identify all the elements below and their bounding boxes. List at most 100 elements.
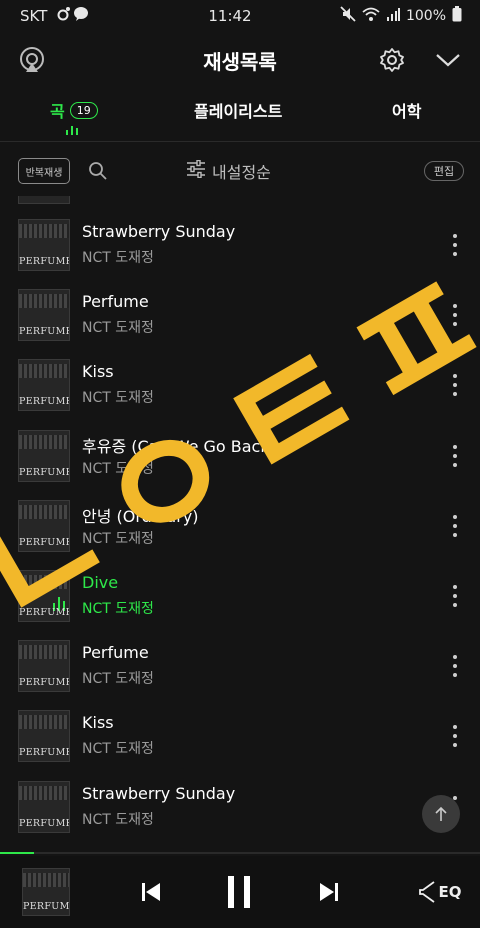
album-cover: PERFUME: [18, 710, 70, 763]
album-cover: PERFUME: [18, 429, 70, 482]
settings-gear-icon[interactable]: [376, 44, 408, 76]
mini-player: PERFUME EQ: [0, 856, 480, 928]
cover-text: PERFUME: [19, 396, 70, 408]
page-title: 재생목록: [203, 50, 277, 74]
song-row[interactable]: PERFUME Strawberry Sunday NCT 도재정: [0, 208, 480, 278]
status-time: 11:42: [208, 7, 252, 25]
cover-text: PERFUME: [19, 677, 70, 689]
song-row[interactable]: PERFUME Kiss NCT 도재정: [0, 699, 480, 769]
song-title: Dive: [82, 572, 119, 592]
chevron-down-icon[interactable]: [432, 44, 464, 76]
signal-icon: [386, 7, 400, 25]
more-options-icon[interactable]: [450, 725, 460, 748]
arrow-up-icon: [435, 806, 447, 821]
song-title: Perfume: [82, 292, 149, 312]
sort-sliders-icon: [186, 159, 206, 182]
song-row[interactable]: PERFUME Kiss NCT 도재정: [0, 348, 480, 418]
album-cover: [18, 196, 70, 204]
song-artist: NCT 도재정: [82, 811, 154, 828]
scroll-to-top-button[interactable]: [422, 795, 460, 833]
song-title: Strawberry Sunday: [82, 783, 236, 803]
song-row[interactable]: PERFUME Dive NCT 도재정: [0, 559, 480, 629]
cover-text: PERFUME: [19, 817, 70, 829]
tab-bar: 곡 19 플레이리스트 어학: [0, 92, 480, 142]
app-header: 재생목록: [0, 36, 480, 84]
pause-icon: [228, 876, 250, 908]
album-cover: PERFUME: [18, 219, 70, 271]
song-artist: NCT 도재정: [82, 671, 154, 688]
album-cover: PERFUME: [18, 780, 70, 833]
song-title: Strawberry Sunday: [82, 222, 236, 241]
more-options-icon[interactable]: [450, 374, 460, 397]
sort-button[interactable]: 내설정순: [186, 159, 271, 183]
song-artist: NCT 도재정: [82, 390, 154, 407]
previous-button[interactable]: [136, 874, 166, 910]
song-title: Kiss: [82, 713, 114, 733]
song-row[interactable]: PERFUME Perfume NCT 도재정: [0, 278, 480, 348]
song-artist: NCT 도재정: [82, 250, 154, 266]
cover-text: PERFUME: [19, 256, 70, 267]
song-artist: NCT 도재정: [82, 530, 154, 547]
skip-previous-icon: [142, 883, 160, 901]
cover-text: PERFUME: [23, 901, 70, 912]
song-title: 후유증 (Can We Go Back): [82, 436, 276, 456]
song-row[interactable]: PERFUME 안녕 (Ordinary) NCT 도재정: [0, 489, 480, 559]
album-cover: PERFUME: [18, 289, 70, 342]
more-options-icon[interactable]: [450, 514, 460, 537]
more-options-icon[interactable]: [450, 444, 460, 467]
battery-level: 100%: [405, 8, 446, 24]
song-title: Kiss: [82, 362, 114, 382]
album-cover: PERFUME: [18, 499, 70, 552]
song-artist: NCT 도재정: [82, 741, 154, 758]
eq-label: EQ: [438, 883, 462, 901]
tab-playlist-label: 플레이리스트: [194, 102, 283, 121]
carrier-label: SKT: [20, 7, 48, 25]
cover-text: PERFUME: [19, 747, 70, 759]
cover-text: PERFUME: [19, 536, 70, 548]
song-title: Perfume: [82, 643, 149, 663]
cover-text: PERFUME: [19, 606, 70, 618]
status-bar: SKT 11:42 100%: [0, 0, 480, 32]
list-toolbar: 반복재생 내설정순 편집: [0, 150, 480, 194]
playback-progress-bar[interactable]: [0, 852, 480, 854]
more-options-icon[interactable]: [450, 655, 460, 678]
album-cover: PERFUME: [18, 640, 70, 693]
equalizer-icon: [66, 126, 78, 135]
song-artist: NCT 도재정: [82, 600, 154, 617]
album-cover: PERFUME: [18, 359, 70, 412]
app-notification-icon: [57, 6, 91, 26]
battery-icon: [452, 6, 462, 26]
song-count-badge: 19: [69, 101, 98, 119]
search-icon[interactable]: [88, 161, 108, 185]
tab-songs-label: 곡: [50, 102, 65, 121]
mute-icon: [340, 6, 356, 26]
song-row[interactable]: PERFUME Strawberry Sunday NCT 도재정: [0, 770, 480, 840]
progress-fill: [0, 852, 34, 854]
song-row[interactable]: PERFUME 후유증 (Can We Go Back) NCT 도재정: [0, 419, 480, 489]
more-options-icon[interactable]: [450, 584, 460, 607]
tab-language[interactable]: 어학: [392, 98, 421, 122]
song-artist: NCT 도재정: [82, 320, 154, 337]
more-options-icon[interactable]: [450, 304, 460, 327]
song-artist: NCT 도재정: [82, 460, 154, 477]
next-button[interactable]: [314, 874, 344, 910]
pause-button[interactable]: [222, 874, 256, 910]
wifi-icon: [362, 6, 380, 26]
tab-playlist[interactable]: 플레이리스트: [194, 98, 282, 122]
edit-button[interactable]: 편집: [424, 161, 464, 181]
speaker-icon: [418, 881, 435, 903]
repeat-button[interactable]: 반복재생: [18, 158, 70, 184]
sort-label: 내설정순: [212, 163, 271, 182]
cover-text: PERFUME: [19, 466, 70, 478]
tab-songs[interactable]: 곡 19: [50, 98, 98, 122]
cover-text: PERFUME: [19, 326, 70, 338]
more-options-icon[interactable]: [450, 234, 460, 256]
now-playing-cover[interactable]: PERFUME: [22, 868, 70, 916]
skip-next-icon: [320, 883, 338, 901]
album-cover: PERFUME: [18, 569, 70, 622]
eq-button[interactable]: EQ: [416, 874, 464, 910]
tab-language-label: 어학: [392, 102, 422, 121]
song-title: 안녕 (Ordinary): [82, 506, 199, 526]
song-list: PERFUME Strawberry Sunday NCT 도재정 PERFUME Pe…: [0, 196, 480, 848]
song-row[interactable]: PERFUME Perfume NCT 도재정: [0, 629, 480, 699]
